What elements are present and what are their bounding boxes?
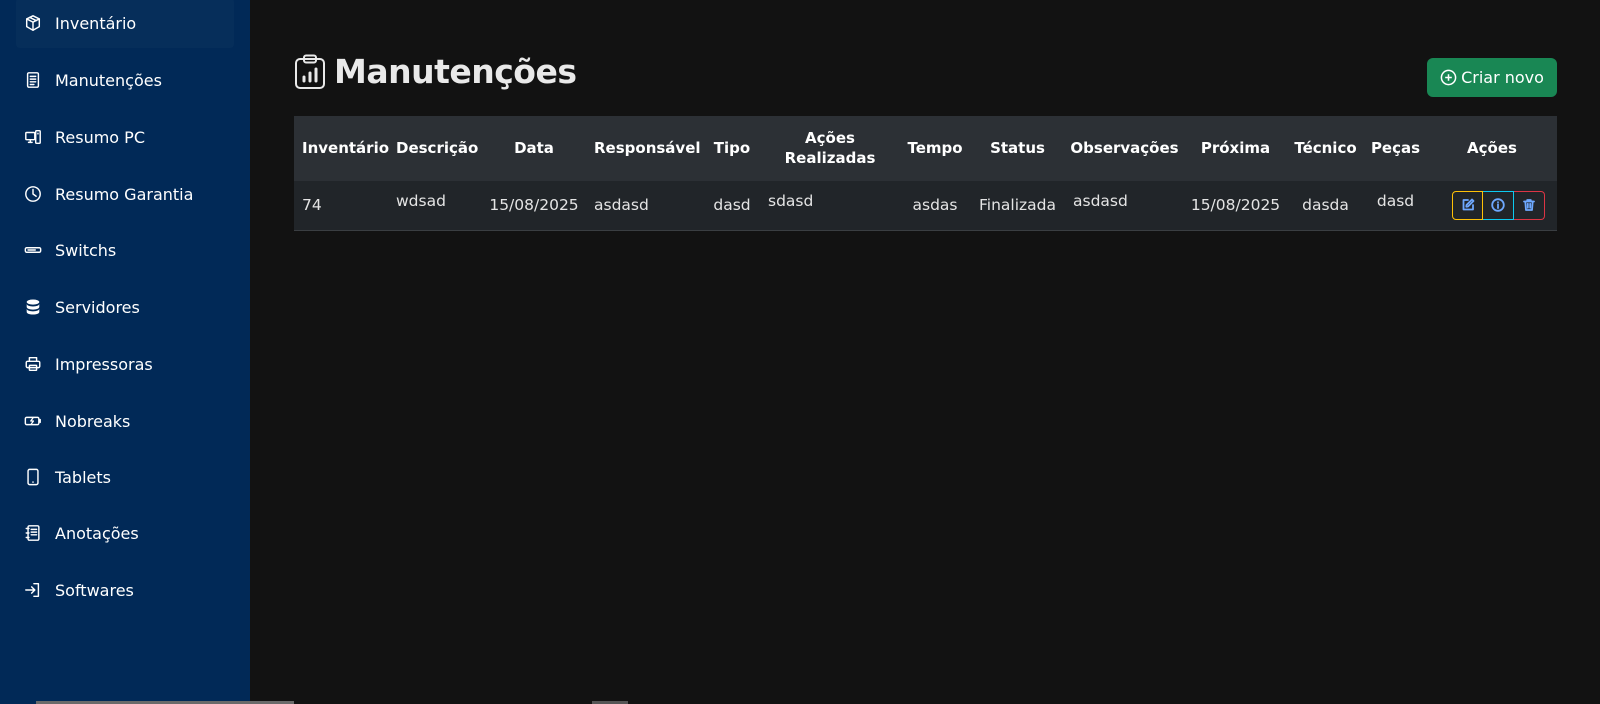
table-header-row: Inventário Descrição Data Responsável Ti… [294,116,1557,181]
sidebar-item-label: Tablets [55,467,111,487]
trash-icon [1523,199,1535,212]
sidebar-item-label: Softwares [55,580,134,600]
sidebar-item-tablets[interactable]: Tablets [16,452,234,502]
sidebar-item-impressoras[interactable]: Impressoras [16,339,234,389]
sidebar-item-resumo-pc[interactable]: Resumo PC [16,112,234,162]
sidebar-item-label: Resumo Garantia [55,184,194,204]
cell-actions [1427,181,1557,230]
sidebar-item-manutencoes[interactable]: Manutenções [16,55,234,105]
column-header: Ações Realizadas [760,116,900,181]
delete-button[interactable] [1514,190,1545,220]
column-header: Peças [1370,138,1421,157]
column-header: Observações [1070,138,1179,157]
clock-icon [23,184,43,204]
cell-responsavel: asdasd [594,196,649,215]
column-header-line: Realizadas [784,148,876,167]
column-header: Status [990,138,1045,157]
cell-tecnico: dasda [1302,196,1349,215]
sidebar-item-label: Nobreaks [55,411,131,431]
page-title: Manutenções [294,52,577,91]
sidebar-item-anotacoes[interactable]: Anotações [16,508,234,558]
pc-icon [23,127,43,147]
battery-icon [23,411,43,431]
notes-icon [23,523,43,543]
cell-inventario: 74 [302,196,322,215]
edit-icon [1462,198,1474,211]
sidebar-item-label: Anotações [55,523,139,543]
edit-button[interactable] [1452,190,1483,220]
sidebar-item-label: Switchs [55,240,117,260]
maintenance-table: Inventário Descrição Data Responsável Ti… [294,116,1557,231]
tablet-icon [23,467,43,487]
column-header: Próxima [1200,138,1271,157]
login-icon [23,580,43,600]
cell-descricao: wdsad [396,192,446,210]
page-title-text: Manutenções [334,52,577,91]
row-actions [1431,190,1553,220]
sidebar-item-label: Resumo PC [55,127,145,147]
box-icon [23,13,43,33]
cell-acoes-realizadas: sdasd [768,192,814,210]
sidebar-item-servidores[interactable]: Servidores [16,282,234,332]
column-header: Responsável [594,138,701,157]
cell-pecas: dasd [1376,192,1415,210]
cell-observacoes: asdasd [1073,192,1128,210]
table-row: 74 wdsad 15/08/2025 asdasd dasd sdasd as… [294,181,1557,230]
create-new-button[interactable]: Criar novo [1427,58,1557,97]
sidebar-item-softwares[interactable]: Softwares [16,565,234,615]
switch-icon [23,240,43,260]
sidebar-item-label: Servidores [55,297,140,317]
printer-icon [23,354,43,374]
sidebar-item-label: Inventário [55,13,137,33]
sidebar-item-resumo-garantia[interactable]: Resumo Garantia [16,169,234,219]
clipboard-chart-icon [295,54,325,89]
cell-tipo: dasd [713,196,751,215]
info-button[interactable] [1483,190,1514,220]
cell-tempo: asdas [912,196,958,215]
sidebar-item-label: Impressoras [55,354,153,374]
column-header: Técnico [1294,138,1357,157]
plus-circle-icon [1440,69,1457,86]
cell-data: 15/08/2025 [489,196,579,215]
create-new-label: Criar novo [1461,68,1544,87]
column-header-line: Ações [805,129,855,147]
column-header: Ações [1467,138,1517,157]
sidebar-item-inventario[interactable]: Inventário [16,0,234,48]
cell-proxima: 15/08/2025 [1190,196,1281,215]
sidebar: Inventário Manutenções Resumo PC Resumo … [0,0,250,704]
column-header: Tipo [713,138,751,157]
column-header: Inventário [302,138,390,157]
main-content: Manutenções Criar novo Inventário Descri… [250,0,1600,704]
column-header: Descrição [396,138,479,157]
document-icon [23,70,43,90]
sidebar-item-label: Manutenções [55,70,162,90]
sidebar-item-nobreaks[interactable]: Nobreaks [16,396,234,446]
column-header: Tempo [907,138,963,157]
info-icon [1491,198,1505,212]
sidebar-item-switchs[interactable]: Switchs [16,225,234,275]
column-header: Data [514,138,554,157]
database-icon [23,297,43,317]
cell-status: Finalizada [978,196,1056,215]
